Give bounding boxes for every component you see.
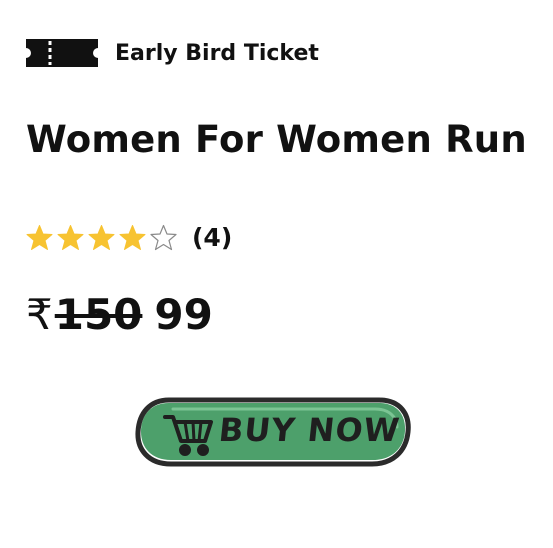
ticket-badge: Early Bird Ticket xyxy=(26,34,319,72)
star-filled-icon xyxy=(57,224,84,250)
rating: (4) xyxy=(26,219,232,255)
original-price: 150 xyxy=(54,290,143,339)
ticket-type-label: Early Bird Ticket xyxy=(115,40,319,66)
event-title: Women For Women Run xyxy=(26,118,527,161)
buy-now-button[interactable]: BUY NOW xyxy=(135,397,411,467)
star-filled-icon xyxy=(26,224,53,250)
star-rating xyxy=(26,224,181,251)
star-empty-icon xyxy=(150,224,177,250)
star-filled-icon xyxy=(88,224,115,250)
star-filled-icon xyxy=(119,224,146,250)
buy-now-label: BUY NOW xyxy=(217,411,402,449)
ticket-icon xyxy=(26,39,98,67)
rating-count: (4) xyxy=(192,222,233,252)
currency-symbol: ₹ xyxy=(26,290,53,339)
price: ₹ 150 99 xyxy=(26,290,213,339)
sale-price: 99 xyxy=(154,290,213,339)
